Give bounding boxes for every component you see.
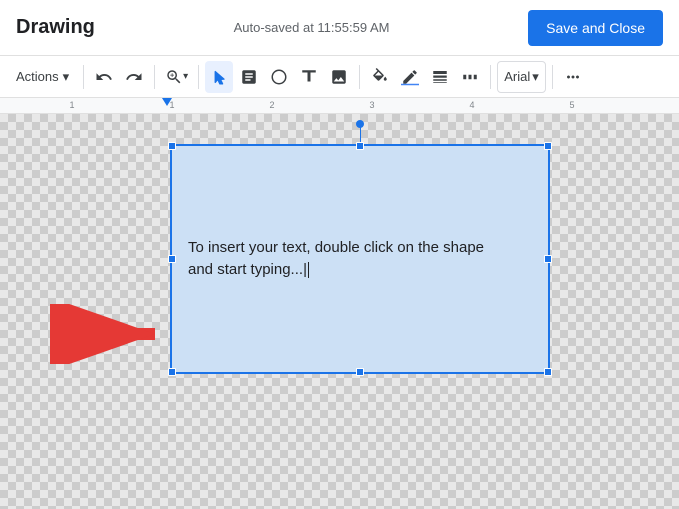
line-icon xyxy=(240,68,258,86)
redo-icon xyxy=(125,68,143,86)
font-selector[interactable]: Arial ▾ xyxy=(497,61,546,93)
toolbar: Actions ▾ ▾ xyxy=(0,56,679,98)
divider-3 xyxy=(198,65,199,89)
ruler-label-5: 4 xyxy=(469,100,474,110)
handle-top-center[interactable] xyxy=(356,142,364,150)
line-dash-button[interactable] xyxy=(456,61,484,93)
selected-shape-container[interactable]: To insert your text, double click on the… xyxy=(170,144,550,374)
ruler: 1 1 2 3 4 5 xyxy=(0,98,679,114)
undo-button[interactable] xyxy=(90,61,118,93)
fill-icon xyxy=(371,68,389,86)
handle-middle-right[interactable] xyxy=(544,255,552,263)
handle-middle-left[interactable] xyxy=(168,255,176,263)
font-name: Arial xyxy=(504,69,530,84)
image-icon xyxy=(330,68,348,86)
select-tool-button[interactable] xyxy=(205,61,233,93)
fill-color-button[interactable] xyxy=(366,61,394,93)
ruler-label-6: 5 xyxy=(569,100,574,110)
line-tool-button[interactable] xyxy=(235,61,263,93)
actions-dropdown-icon: ▾ xyxy=(63,69,70,85)
actions-menu-button[interactable]: Actions ▾ xyxy=(8,65,77,89)
divider-6 xyxy=(552,65,553,89)
line-weight-button[interactable] xyxy=(426,61,454,93)
circle-icon xyxy=(270,68,288,86)
app-title: Drawing xyxy=(16,16,95,39)
ruler-label-3: 2 xyxy=(269,100,274,110)
red-arrow xyxy=(50,304,170,369)
pen-icon xyxy=(401,68,419,86)
divider-4 xyxy=(359,65,360,89)
handle-top-left[interactable] xyxy=(168,142,176,150)
redo-button[interactable] xyxy=(120,61,148,93)
save-and-close-button[interactable]: Save and Close xyxy=(528,10,663,46)
handle-top-right[interactable] xyxy=(544,142,552,150)
divider-5 xyxy=(490,65,491,89)
ruler-label-4: 3 xyxy=(369,100,374,110)
undo-icon xyxy=(95,68,113,86)
textbox-icon xyxy=(300,68,318,86)
handle-bottom-left[interactable] xyxy=(168,368,176,376)
pen-color-button[interactable] xyxy=(396,61,424,93)
more-icon xyxy=(564,68,582,86)
ruler-cursor xyxy=(162,98,172,106)
actions-label: Actions xyxy=(16,69,59,84)
cursor-icon xyxy=(210,68,228,86)
drawing-canvas[interactable]: To insert your text, double click on the… xyxy=(0,114,679,509)
divider-2 xyxy=(154,65,155,89)
handle-bottom-center[interactable] xyxy=(356,368,364,376)
image-button[interactable] xyxy=(325,61,353,93)
line-weight-icon xyxy=(431,68,449,86)
rotation-handle[interactable] xyxy=(356,120,364,128)
ruler-label-1: 1 xyxy=(69,100,74,110)
header: Drawing Auto-saved at 11:55:59 AM Save a… xyxy=(0,0,679,56)
text-shape[interactable]: To insert your text, double click on the… xyxy=(170,144,550,374)
shape-circle-button[interactable] xyxy=(265,61,293,93)
zoom-button[interactable]: ▾ xyxy=(161,61,192,93)
more-options-button[interactable] xyxy=(559,61,587,93)
handle-bottom-right[interactable] xyxy=(544,368,552,376)
text-box-button[interactable] xyxy=(295,61,323,93)
autosave-status: Auto-saved at 11:55:59 AM xyxy=(95,20,528,35)
divider-1 xyxy=(83,65,84,89)
line-dash-icon xyxy=(461,68,479,86)
font-dropdown-icon: ▾ xyxy=(532,69,539,85)
app-container: Drawing Auto-saved at 11:55:59 AM Save a… xyxy=(0,0,679,509)
zoom-dropdown-icon: ▾ xyxy=(183,71,188,82)
zoom-icon xyxy=(165,68,183,86)
shape-text-content: To insert your text, double click on the… xyxy=(188,237,484,282)
